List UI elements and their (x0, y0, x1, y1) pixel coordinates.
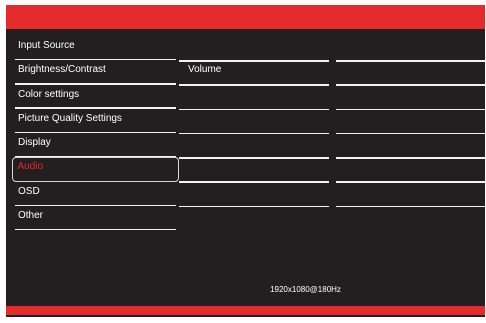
bottom-accent-bar (6, 306, 485, 315)
submenu-row (179, 108, 329, 133)
menu-item-label: OSD (18, 185, 40, 197)
submenu-divider (179, 108, 329, 111)
top-accent-bar (6, 5, 485, 29)
submenu-row (179, 181, 329, 205)
menu-item-other[interactable]: Other (12, 206, 179, 231)
submenu-divider (179, 205, 329, 208)
menu-item-label: Audio (17, 160, 44, 172)
submenu-divider (179, 181, 329, 183)
submenu-row (179, 205, 329, 230)
submenu-divider (179, 84, 329, 86)
menu-item-display[interactable]: Display (12, 133, 179, 158)
menu-item-audio[interactable]: Audio (12, 157, 179, 182)
value-row (336, 108, 485, 133)
submenu-divider (179, 60, 329, 62)
value-row (336, 205, 485, 230)
resolution-status: 1920x1080@180Hz (270, 285, 341, 294)
value-divider (336, 60, 485, 62)
value-row (336, 84, 485, 108)
submenu-row (179, 84, 329, 108)
value-divider (336, 132, 485, 135)
menu-item-brightness-contrast[interactable]: Brightness/Contrast (12, 60, 179, 85)
menu-item-input-source[interactable]: Input Source (12, 36, 179, 61)
submenu-options: Volume (179, 60, 329, 230)
submenu-row (179, 132, 329, 157)
submenu-item-label: Volume (188, 64, 222, 75)
submenu-divider (179, 157, 329, 159)
menu-item-label: Input Source (18, 40, 75, 51)
submenu-values (336, 60, 485, 230)
menu-item-label: Color settings (18, 88, 80, 100)
value-divider (336, 108, 485, 111)
main-menu: Input Source Brightness/Contrast Color s… (12, 36, 179, 231)
value-row (336, 60, 485, 84)
value-row (336, 157, 485, 181)
value-divider (336, 84, 485, 86)
submenu-row (179, 157, 329, 181)
value-row (336, 132, 485, 157)
menu-divider (15, 228, 176, 231)
osd-menu-window: Input Source Brightness/Contrast Color s… (6, 5, 485, 317)
menu-item-osd[interactable]: OSD (12, 182, 179, 207)
menu-item-label: Other (18, 210, 44, 222)
value-divider (336, 205, 485, 208)
value-divider (336, 157, 485, 159)
menu-item-color-settings[interactable]: Color settings (12, 85, 179, 109)
value-row (336, 181, 485, 205)
menu-item-label: Picture Quality Settings (18, 112, 122, 124)
menu-item-picture-quality-settings[interactable]: Picture Quality Settings (12, 109, 179, 134)
value-divider (336, 181, 485, 183)
menu-item-label: Brightness/Contrast (18, 64, 106, 76)
submenu-item-volume[interactable]: Volume (179, 60, 329, 84)
submenu-divider (179, 132, 329, 135)
menu-item-label: Display (18, 137, 51, 149)
